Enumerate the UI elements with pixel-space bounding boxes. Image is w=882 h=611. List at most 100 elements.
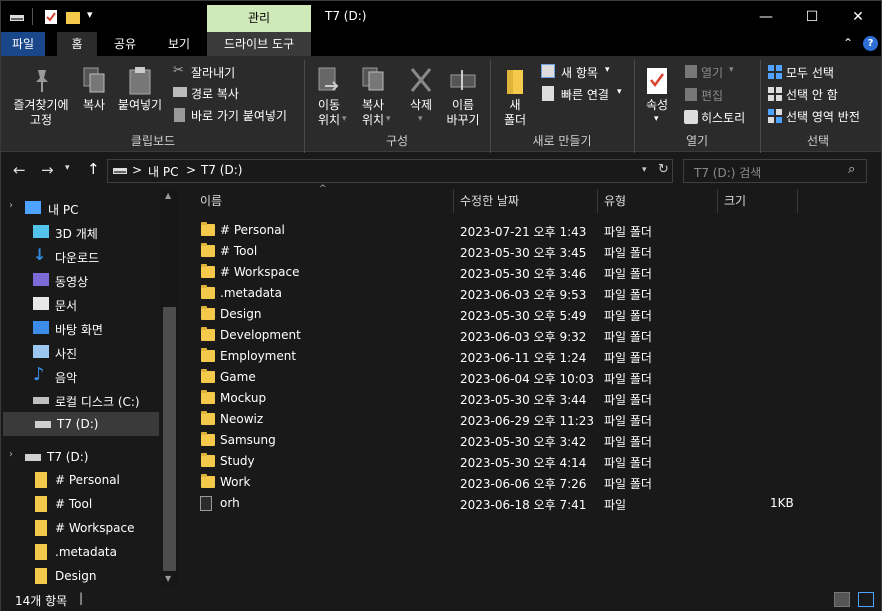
t7-expander-icon[interactable]: › xyxy=(9,449,13,460)
invert-selection-label: 선택 영역 반전 xyxy=(786,110,860,124)
nav-item-2[interactable]: ↓ 다운로드 xyxy=(1,244,161,268)
tab-home[interactable]: 홈 xyxy=(57,32,97,56)
nav-item-3[interactable]: 동영상 xyxy=(1,268,161,292)
file-name: Work xyxy=(220,475,251,489)
column-divider[interactable] xyxy=(797,189,798,213)
nav-item-11[interactable]: # Personal xyxy=(1,468,161,492)
new-folder-button[interactable]: 새 폴더 xyxy=(495,62,535,128)
forward-icon[interactable]: → xyxy=(41,161,54,179)
cut-label: 잘라내기 xyxy=(191,66,236,80)
nav-scroll-down-icon[interactable]: ▼ xyxy=(165,574,171,583)
copy-button[interactable]: 복사 xyxy=(77,62,111,122)
nav-item-4[interactable]: 문서 xyxy=(1,292,161,316)
address-dropdown-icon[interactable]: ▾ xyxy=(642,165,647,175)
file-date: 2023-05-30 오후 4:14 xyxy=(460,456,587,470)
search-box[interactable]: T7 (D:) 검색 ⌕ xyxy=(683,159,867,183)
delete-button[interactable]: 삭제 ▾ xyxy=(401,62,441,128)
help-icon[interactable]: ? xyxy=(863,36,878,51)
qat-dropdown-icon[interactable]: ▾ xyxy=(87,8,93,21)
column-divider[interactable] xyxy=(717,189,718,213)
up-icon[interactable]: ↑ xyxy=(87,160,100,178)
nav-item-label: 사진 xyxy=(55,347,78,361)
desktop-icon xyxy=(33,321,49,334)
nav-item-0[interactable]: 내 PC xyxy=(1,196,161,220)
scissors-icon: ✂ xyxy=(173,63,184,78)
nav-scroll-thumb[interactable] xyxy=(163,307,176,571)
table-row[interactable]: Samsung 2023-05-30 오후 3:42 파일 폴더 xyxy=(197,430,797,451)
move-to-dropdown-icon: ▾ xyxy=(342,114,347,124)
tab-file[interactable]: 파일 xyxy=(1,32,45,56)
column-header-size[interactable]: 크기 xyxy=(724,189,746,213)
breadcrumb-this-pc[interactable]: 내 PC xyxy=(148,163,178,180)
table-row[interactable]: Study 2023-05-30 오후 4:14 파일 폴더 xyxy=(197,451,797,472)
group-clipboard-label: 클립보드 xyxy=(130,134,176,148)
table-row[interactable]: Work 2023-06-06 오후 7:26 파일 폴더 xyxy=(197,472,797,493)
table-row[interactable]: Development 2023-06-03 오후 9:32 파일 폴더 xyxy=(197,325,797,346)
edit-label: 편집 xyxy=(701,89,724,103)
table-row[interactable]: # Tool 2023-05-30 오후 3:45 파일 폴더 xyxy=(197,241,797,262)
table-row[interactable]: # Personal 2023-07-21 오후 1:43 파일 폴더 xyxy=(197,220,797,241)
nav-item-1[interactable]: 3D 개체 xyxy=(1,220,161,244)
column-header-name[interactable]: 이름 xyxy=(200,189,222,213)
column-divider[interactable] xyxy=(597,189,598,213)
new-folder-qat-icon[interactable] xyxy=(65,9,81,25)
close-button[interactable]: ✕ xyxy=(835,1,881,32)
file-date: 2023-06-03 오후 9:32 xyxy=(460,330,587,344)
nav-item-15[interactable]: Design xyxy=(1,564,161,588)
table-row[interactable]: Game 2023-06-04 오후 10:03 파일 폴더 xyxy=(197,367,797,388)
tab-share[interactable]: 공유 xyxy=(105,32,145,56)
table-row[interactable]: Employment 2023-06-11 오후 1:24 파일 폴더 xyxy=(197,346,797,367)
minimize-button[interactable]: — xyxy=(743,1,789,32)
nav-item-label: # Workspace xyxy=(55,521,135,535)
file-name: Employment xyxy=(220,349,297,363)
address-bar[interactable]: > 내 PC > T7 (D:) ▾ ↻ xyxy=(107,159,673,183)
file-name: # Workspace xyxy=(220,265,300,279)
copy-to-button[interactable]: 복사 위치 ▾ xyxy=(353,62,393,128)
paste-button[interactable]: 붙여넣기 xyxy=(113,62,167,122)
table-row[interactable]: .metadata 2023-06-03 오후 9:53 파일 폴더 xyxy=(197,283,797,304)
new-folder-label: 새 폴더 xyxy=(503,98,527,127)
column-header-date[interactable]: 수정한 날짜 xyxy=(460,189,519,213)
table-row[interactable]: # Workspace 2023-05-30 오후 3:46 파일 폴더 xyxy=(197,262,797,283)
nav-item-label: 내 PC xyxy=(48,203,79,217)
nav-item-12[interactable]: # Tool xyxy=(1,492,161,516)
breadcrumb-t7[interactable]: T7 (D:) xyxy=(201,163,242,177)
pin-to-quick-access-button[interactable]: 즐겨찾기에 고정 xyxy=(5,62,77,132)
nav-item-9[interactable]: T7 (D:) xyxy=(3,412,159,436)
nav-item-10[interactable]: T7 (D:) xyxy=(1,445,161,469)
tab-drive-tools[interactable]: 드라이브 도구 xyxy=(207,32,311,56)
refresh-icon[interactable]: ↻ xyxy=(658,162,669,177)
nav-item-5[interactable]: 바탕 화면 xyxy=(1,316,161,340)
this-pc-expander-icon[interactable]: › xyxy=(9,200,13,211)
context-tab-manage[interactable]: 관리 xyxy=(207,5,311,32)
nav-scroll-up-icon[interactable]: ▲ xyxy=(165,191,171,200)
ribbon-collapse-icon[interactable]: ⌃ xyxy=(843,36,853,50)
details-view-icon[interactable] xyxy=(834,592,850,607)
table-row[interactable]: Neowiz 2023-06-29 오후 11:23 파일 폴더 xyxy=(197,409,797,430)
column-header-type[interactable]: 유형 xyxy=(604,189,626,213)
file-name: # Personal xyxy=(220,223,285,237)
move-to-button[interactable]: 이동 위치 ▾ xyxy=(309,62,349,128)
nav-item-label: T7 (D:) xyxy=(57,417,99,431)
nav-item-6[interactable]: 사진 xyxy=(1,340,161,364)
back-icon[interactable]: ← xyxy=(13,161,26,179)
nav-item-8[interactable]: 로컬 디스크 (C:) xyxy=(1,388,161,412)
nav-item-label: 3D 개체 xyxy=(55,227,98,241)
nav-item-14[interactable]: .metadata xyxy=(1,540,161,564)
tab-view[interactable]: 보기 xyxy=(157,32,201,56)
properties-qat-icon[interactable] xyxy=(43,9,59,25)
table-row[interactable]: Mockup 2023-05-30 오후 3:44 파일 폴더 xyxy=(197,388,797,409)
properties-button[interactable]: 속성 ▾ xyxy=(637,62,677,128)
properties-dropdown-icon: ▾ xyxy=(654,114,659,124)
rename-label: 이름 바꾸기 xyxy=(446,98,480,127)
table-row[interactable]: orh 2023-06-18 오후 7:41 파일 1KB xyxy=(197,493,797,514)
rename-button[interactable]: 이름 바꾸기 xyxy=(443,62,483,128)
delete-label: 삭제 xyxy=(409,98,433,112)
column-divider[interactable] xyxy=(453,189,454,213)
nav-item-7[interactable]: ♪ 음악 xyxy=(1,364,161,388)
recent-locations-icon[interactable]: ▾ xyxy=(65,163,70,173)
maximize-button[interactable]: ☐ xyxy=(789,1,835,32)
nav-item-13[interactable]: # Workspace xyxy=(1,516,161,540)
table-row[interactable]: Design 2023-05-30 오후 5:49 파일 폴더 xyxy=(197,304,797,325)
large-icons-view-icon[interactable] xyxy=(858,592,874,607)
